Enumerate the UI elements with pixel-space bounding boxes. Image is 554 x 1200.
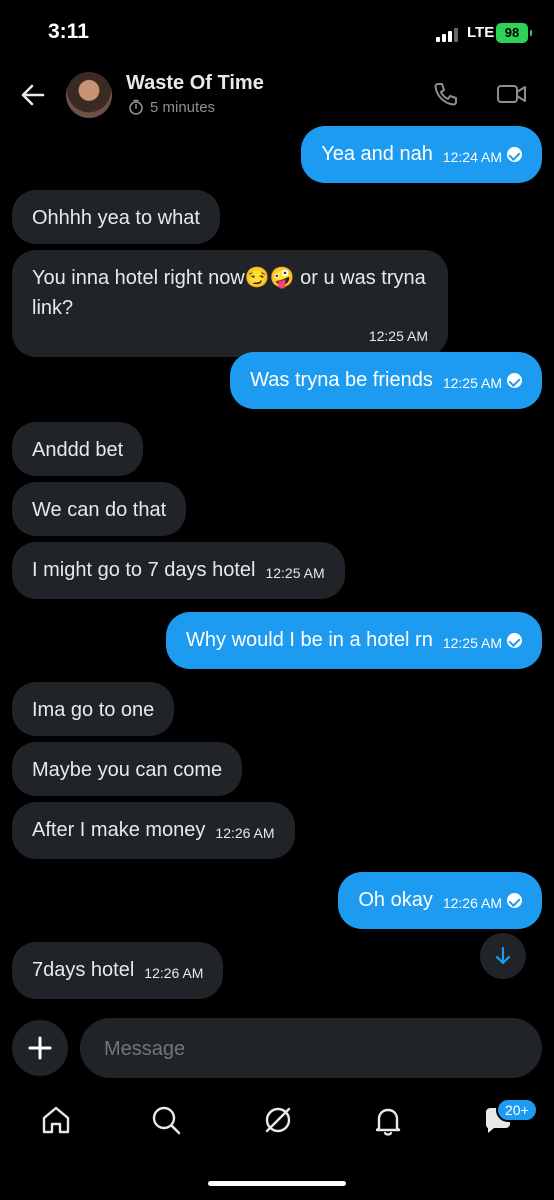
status-bar: 3:11 LTE 98 xyxy=(0,0,554,66)
plus-icon xyxy=(28,1036,52,1060)
message-bubble-incoming[interactable]: We can do that xyxy=(12,482,187,536)
message-bubble-incoming[interactable]: You inna hotel right now😏🤪 or u was tryn… xyxy=(12,250,448,357)
read-check-icon xyxy=(507,893,522,908)
message-input-container[interactable] xyxy=(80,1018,542,1080)
message-bubble-incoming[interactable]: Maybe you can come xyxy=(12,742,243,796)
message-bubble-incoming[interactable]: Ima go to one xyxy=(12,682,175,736)
message-bubble-incoming[interactable]: After I make money 12:26 AM xyxy=(12,802,295,859)
message-time: 12:25 AM xyxy=(442,635,502,651)
message-text: You inna hotel right now😏🤪 or u was tryn… xyxy=(32,267,426,319)
add-attachment-button[interactable] xyxy=(12,1020,68,1076)
bell-icon[interactable] xyxy=(368,1100,408,1140)
message-bubble-outgoing[interactable]: Why would I be in a hotel rn 12:25 AM xyxy=(166,612,542,669)
conversation-header: Waste Of Time 5 minutes xyxy=(0,66,554,126)
message-bubble-incoming[interactable]: I might go to 7 days hotel 12:25 AM xyxy=(12,542,345,599)
message-input[interactable] xyxy=(102,1018,526,1080)
message-text: Ima go to one xyxy=(32,699,155,721)
video-call-icon[interactable] xyxy=(496,80,528,113)
read-check-icon xyxy=(507,633,522,648)
message-bubble-incoming[interactable]: Ohhhh yea to what xyxy=(12,190,220,244)
message-text: Maybe you can come xyxy=(32,759,223,781)
message-bubble-incoming[interactable]: Anddd bet xyxy=(12,422,144,476)
timer-icon xyxy=(129,99,143,115)
unread-badge: 20+ xyxy=(496,1098,538,1122)
status-time: 3:11 xyxy=(48,20,89,43)
message-time: 12:26 AM xyxy=(215,825,275,841)
message-time: 12:25 AM xyxy=(442,375,502,391)
battery-indicator: 98 xyxy=(496,23,532,43)
back-arrow-icon[interactable] xyxy=(16,78,50,112)
message-text: Why would I be in a hotel rn xyxy=(186,629,433,651)
home-indicator xyxy=(208,1181,346,1186)
message-text: Was tryna be friends xyxy=(250,369,433,391)
message-time: 12:25 AM xyxy=(368,328,428,344)
message-bubble-outgoing[interactable]: Oh okay 12:26 AM xyxy=(338,872,542,929)
message-text: Ohhhh yea to what xyxy=(32,207,200,229)
timer-label: 5 minutes xyxy=(150,99,216,116)
message-time: 12:26 AM xyxy=(442,895,502,911)
phone-icon[interactable] xyxy=(432,80,460,113)
arrow-down-icon xyxy=(495,946,511,965)
home-icon[interactable] xyxy=(36,1100,76,1140)
message-time: 12:25 AM xyxy=(265,565,325,581)
avatar[interactable] xyxy=(66,72,112,118)
search-icon[interactable] xyxy=(146,1100,186,1140)
message-text: Oh okay xyxy=(358,889,433,911)
message-bubble-incoming[interactable]: 7days hotel 12:26 AM xyxy=(12,942,224,999)
message-bubble-outgoing[interactable]: Yea and nah 12:24 AM xyxy=(301,126,542,183)
message-text: I might go to 7 days hotel xyxy=(32,559,256,581)
message-time: 12:24 AM xyxy=(442,149,502,165)
message-bubble-outgoing[interactable]: Was tryna be friends 12:25 AM xyxy=(230,352,542,409)
message-time: 12:26 AM xyxy=(144,965,204,981)
message-text: Yea and nah xyxy=(321,143,433,165)
signal-icon xyxy=(436,28,458,42)
network-type: LTE xyxy=(467,24,495,41)
message-list[interactable]: Yea and nah 12:24 AM Ohhhh yea to what Yo… xyxy=(0,126,554,1006)
slash-circle-icon[interactable] xyxy=(258,1100,298,1140)
read-check-icon xyxy=(507,147,522,162)
conversation-title[interactable]: Waste Of Time xyxy=(126,72,264,95)
message-text: We can do that xyxy=(32,499,167,521)
message-text: After I make money xyxy=(32,819,206,841)
scroll-to-bottom-button[interactable] xyxy=(480,933,526,979)
message-text: 7days hotel xyxy=(32,959,135,981)
disappearing-timer: 5 minutes xyxy=(128,99,215,116)
read-check-icon xyxy=(507,373,522,388)
message-text: Anddd bet xyxy=(32,439,124,461)
